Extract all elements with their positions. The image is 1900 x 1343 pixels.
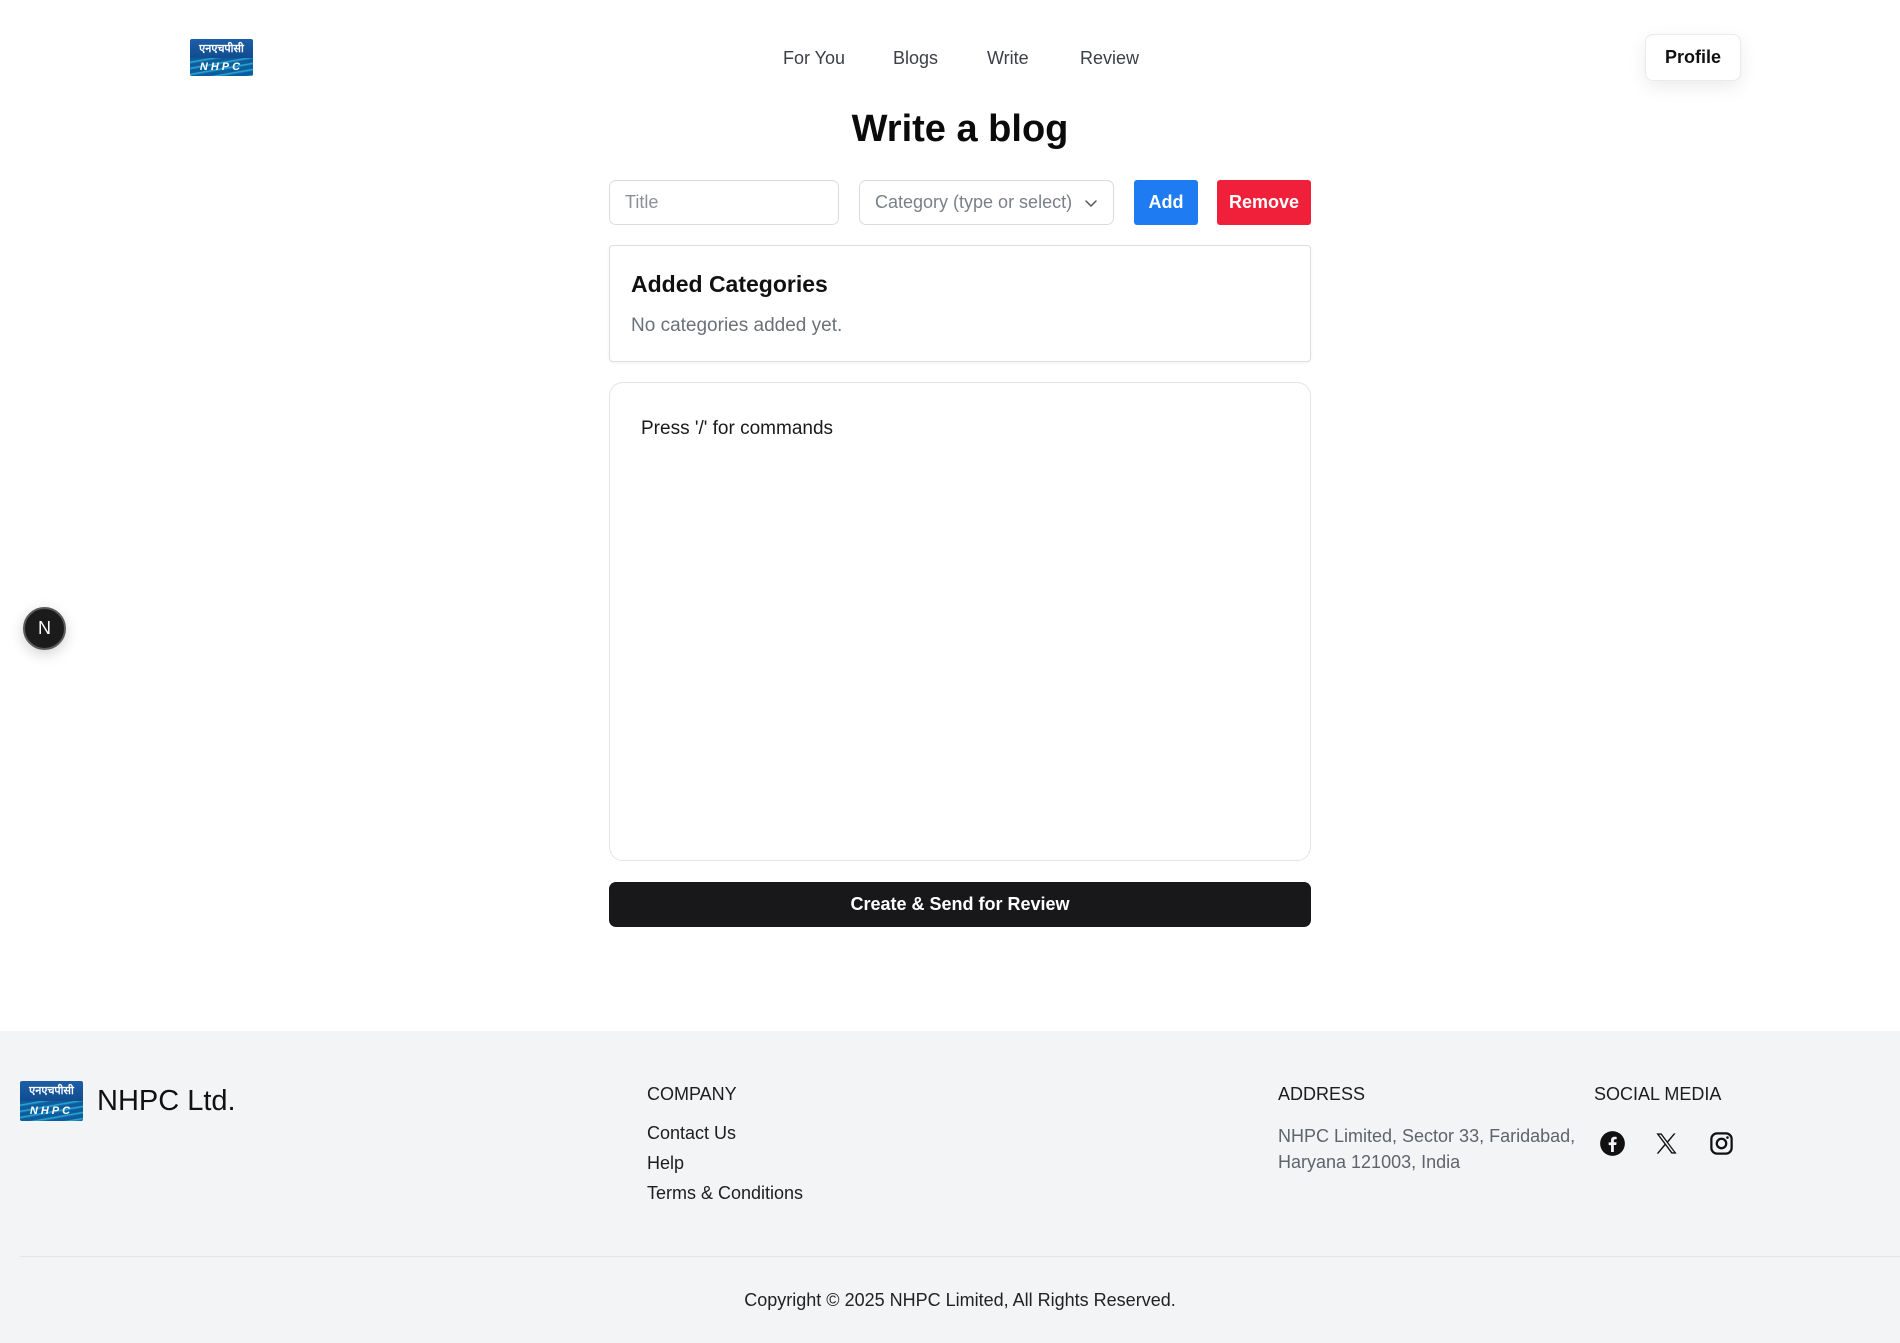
category-placeholder: Category (type or select)	[875, 192, 1073, 212]
nav-write[interactable]: Write	[987, 46, 1029, 70]
add-category-button[interactable]: Add	[1134, 180, 1198, 225]
instagram-icon[interactable]	[1706, 1128, 1736, 1158]
nav-for-you[interactable]: For You	[783, 46, 845, 70]
editor-placeholder: Press '/' for commands	[641, 418, 834, 439]
address-heading: ADDRESS	[1278, 1084, 1366, 1104]
social-media-heading: SOCIAL MEDIA	[1594, 1084, 1722, 1104]
page-title: Write a blog	[851, 108, 1069, 150]
nav-blogs[interactable]: Blogs	[893, 46, 938, 70]
profile-button[interactable]: Profile	[1645, 34, 1741, 81]
footer-divider	[20, 1256, 1900, 1257]
chevron-down-icon	[1085, 199, 1097, 207]
terms-conditions-link[interactable]: Terms & Conditions	[647, 1183, 803, 1204]
footer-logo-hindi-text: एनएचपीसी	[29, 1085, 74, 1097]
help-link[interactable]: Help	[647, 1153, 684, 1174]
site-header: एनएचपीसी NHPC For You Blogs Write Review…	[0, 0, 1900, 110]
added-categories-heading: Added Categories	[631, 271, 828, 297]
no-categories-text: No categories added yet.	[631, 315, 843, 336]
main-nav: For You Blogs Write Review	[0, 46, 1900, 70]
footer-brand: NHPC Ltd.	[97, 1085, 236, 1117]
company-heading: COMPANY	[647, 1084, 737, 1104]
title-input[interactable]	[609, 180, 839, 225]
blog-editor[interactable]: Press '/' for commands	[609, 382, 1311, 861]
footer-logo: एनएचपीसी NHPC	[20, 1081, 83, 1121]
footer-logo-latin-text: NHPC	[29, 1105, 74, 1117]
nav-review[interactable]: Review	[1080, 46, 1139, 70]
nextjs-dev-badge[interactable]: N	[23, 607, 66, 650]
copyright-text: Copyright © 2025 NHPC Limited, All Right…	[744, 1290, 1176, 1310]
contact-us-link[interactable]: Contact Us	[647, 1123, 736, 1144]
x-icon[interactable]	[1651, 1128, 1681, 1158]
category-select[interactable]: Category (type or select)	[859, 180, 1114, 225]
facebook-icon[interactable]	[1597, 1128, 1627, 1158]
address-text: NHPC Limited, Sector 33, Faridabad, Hary…	[1278, 1126, 1576, 1172]
site-footer: एनएचपीसी NHPC NHPC Ltd. COMPANY Contact …	[0, 1031, 1900, 1343]
remove-category-button[interactable]: Remove	[1217, 180, 1311, 225]
added-categories-card: Added Categories No categories added yet…	[609, 245, 1311, 362]
create-send-review-button[interactable]: Create & Send for Review	[609, 882, 1311, 927]
